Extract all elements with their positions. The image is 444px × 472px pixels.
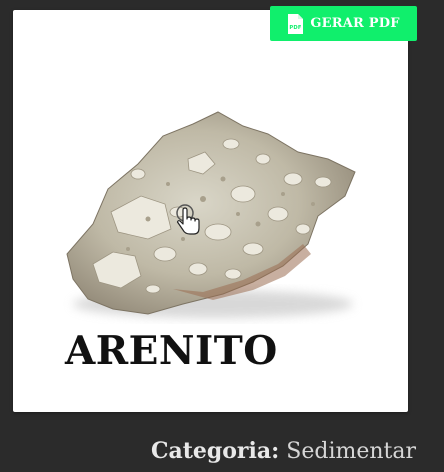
- generate-pdf-button[interactable]: PDF GERAR PDF: [270, 6, 417, 41]
- generate-pdf-label: GERAR PDF: [310, 16, 400, 31]
- category-label: Categoria:: [150, 438, 280, 464]
- category-value: Sedimentar: [286, 439, 416, 464]
- rock-name-title: ARENITO: [65, 328, 278, 374]
- pdf-file-icon: PDF: [288, 13, 304, 34]
- pdf-icon-text: PDF: [290, 25, 303, 31]
- rock-specimen-image[interactable]: [53, 104, 383, 324]
- rock-card: ARENITO: [13, 10, 408, 412]
- hand-pointer-icon: [176, 204, 200, 235]
- category-info: Categoria: Sedimentar: [151, 438, 416, 464]
